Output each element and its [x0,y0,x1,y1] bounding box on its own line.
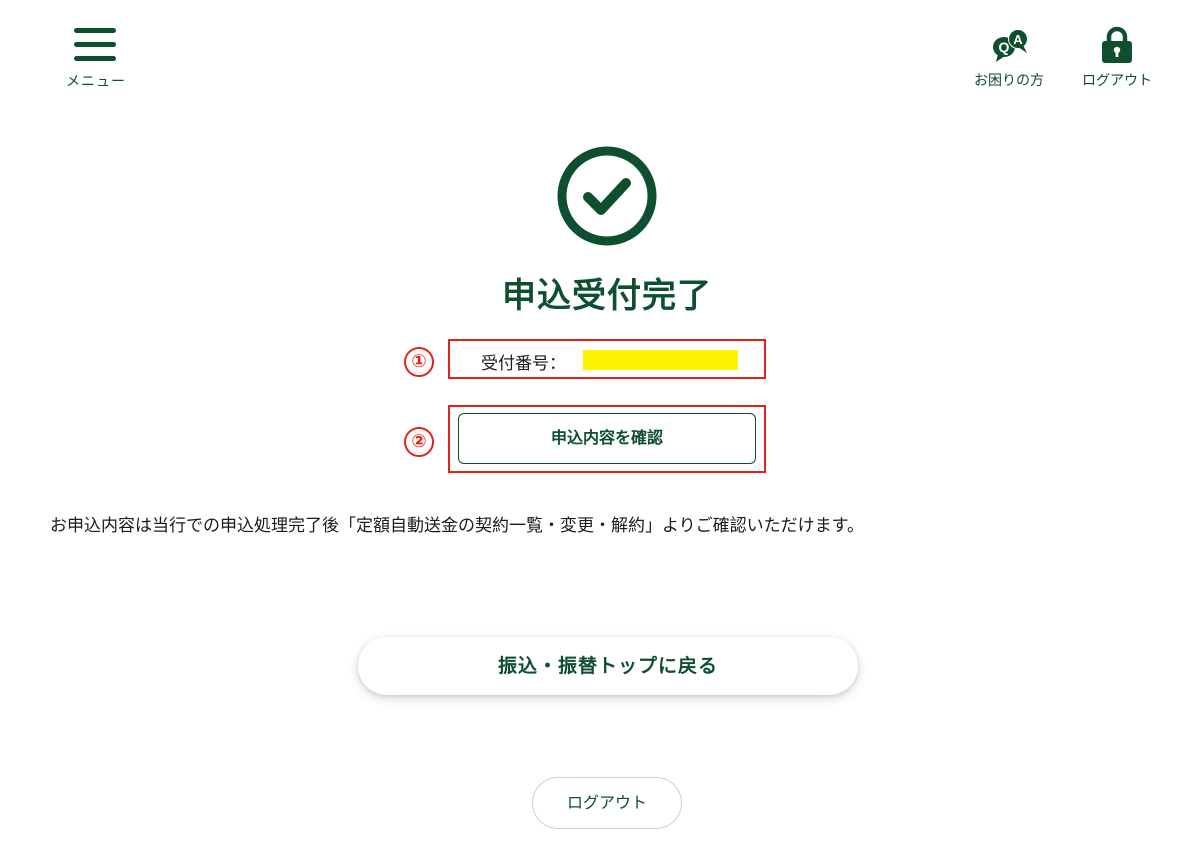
logout-header-button[interactable]: ログアウト [1074,26,1160,92]
annotation-marker-1: ① [404,347,434,377]
info-message: お申込内容は当行での申込処理完了後「定額自動送金の契約一覧・変更・解約」よりご確… [50,516,864,536]
logout-footer-button[interactable]: ログアウト [532,777,682,829]
help-button[interactable]: Q A お困りの方 [966,26,1052,92]
receipt-number-redaction [583,350,738,370]
lock-icon [1102,26,1132,63]
svg-text:Q: Q [999,39,1010,55]
menu-button[interactable]: メニュー [62,26,130,92]
confirm-details-button[interactable]: 申込内容を確認 [458,413,756,464]
check-circle-icon [557,146,657,246]
receipt-number-label: 受付番号： [481,354,566,374]
menu-label: メニュー [66,74,126,90]
confirm-button-highlight: 申込内容を確認 [448,405,766,473]
annotation-marker-2: ② [404,427,434,457]
hamburger-icon [74,28,116,62]
help-label: お困りの方 [974,73,1044,89]
logout-header-label: ログアウト [1082,73,1152,89]
svg-text:A: A [1013,32,1023,47]
qa-icon: Q A [993,29,1028,62]
receipt-number-highlight: 受付番号： [448,339,766,379]
page-title: 申込受付完了 [502,276,712,316]
back-to-transfer-top-button[interactable]: 振込・振替トップに戻る [358,637,858,695]
